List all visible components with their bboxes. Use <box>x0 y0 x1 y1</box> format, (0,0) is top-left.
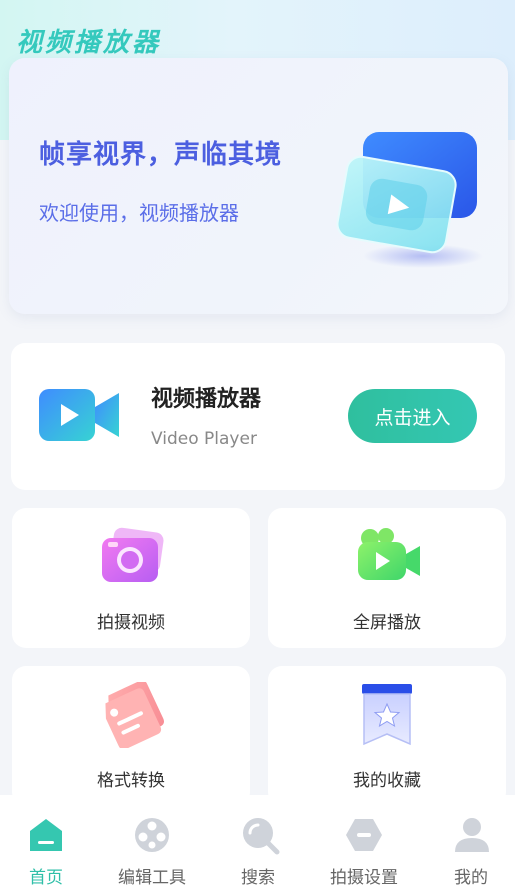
nav-label-shoot-settings: 拍摄设置 <box>330 868 398 888</box>
player-subtitle: Video Player <box>151 429 257 449</box>
film-reel-icon <box>135 818 169 852</box>
feature-tile-fullscreen-play[interactable]: 全屏播放 <box>268 508 506 648</box>
banner-subtitle: 欢迎使用，视频播放器 <box>39 201 239 225</box>
hero-banner: 帧享视界，声临其境 欢迎使用，视频播放器 <box>9 58 508 314</box>
banner-headline: 帧享视界，声临其境 <box>39 140 283 170</box>
feature-tile-format-convert[interactable]: 格式转换 <box>12 666 250 806</box>
search-icon <box>243 818 280 855</box>
enter-button[interactable]: 点击进入 <box>348 389 477 443</box>
feature-tile-record-video[interactable]: 拍摄视频 <box>12 508 250 648</box>
nav-item-shoot-settings[interactable]: 拍摄设置 <box>322 795 412 891</box>
bookmark-star-icon <box>362 684 412 746</box>
nav-item-home[interactable]: 首页 <box>16 795 76 891</box>
feature-label: 我的收藏 <box>353 771 421 791</box>
nav-label-me: 我的 <box>454 868 488 888</box>
nav-label-home: 首页 <box>29 868 63 888</box>
user-icon <box>455 818 489 852</box>
bottom-navigation: 首页 编辑工具 搜索 拍摄设置 我的 <box>0 795 515 891</box>
feature-label: 拍摄视频 <box>97 613 165 633</box>
nav-label-search: 搜索 <box>241 868 275 888</box>
camera-icon <box>102 527 164 582</box>
play-card-illustration-icon <box>336 132 483 268</box>
tag-icon <box>105 682 164 748</box>
feature-label: 格式转换 <box>97 771 165 791</box>
feature-tile-favorites[interactable]: 我的收藏 <box>268 666 506 806</box>
video-camera-icon <box>39 389 119 441</box>
video-player-card: 视频播放器 Video Player 点击进入 <box>11 343 505 490</box>
nav-item-search[interactable]: 搜索 <box>230 795 290 891</box>
nav-item-edit-tools[interactable]: 编辑工具 <box>108 795 198 891</box>
player-title: 视频播放器 <box>151 387 262 412</box>
nav-item-me[interactable]: 我的 <box>444 795 504 891</box>
app-title: 视频播放器 <box>16 28 162 58</box>
hexagon-settings-icon <box>346 819 382 851</box>
feature-label: 全屏播放 <box>353 613 421 633</box>
nav-label-edit-tools: 编辑工具 <box>118 868 186 888</box>
video-play-icon <box>358 528 420 580</box>
home-icon <box>30 819 62 851</box>
